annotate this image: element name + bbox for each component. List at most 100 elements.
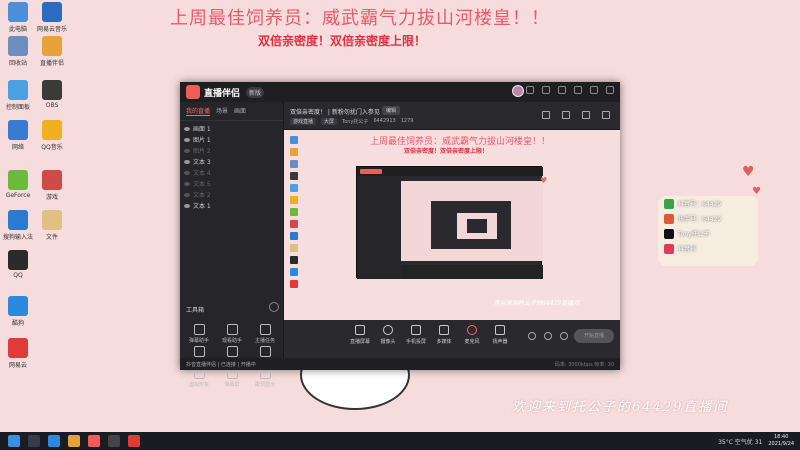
phone-cast-button[interactable]: 手机投屏: [402, 325, 430, 345]
live-companion-window: 直播伴侣 新版 我的直播 场景 画面 画面 1 图片 1 图片 2 文本 3 文本 4 文…: [180, 82, 620, 388]
settings-icon[interactable]: [526, 86, 534, 94]
social-icon: [664, 228, 674, 239]
scene-item[interactable]: 图片 1: [184, 134, 279, 145]
meta-screen[interactable]: 大屏: [321, 118, 338, 125]
tools-more-icon[interactable]: [269, 302, 279, 312]
titlebar: 直播伴侣 新版: [180, 82, 620, 102]
edge-icon[interactable]: [48, 435, 60, 447]
eye-icon[interactable]: [184, 170, 190, 175]
gear-icon[interactable]: [560, 332, 568, 340]
preview-heart-icon: ♥: [540, 176, 548, 185]
maximize-icon[interactable]: [590, 86, 598, 94]
settings-gear-icon[interactable]: [602, 111, 610, 119]
explorer-icon[interactable]: [68, 435, 80, 447]
desktop-icon[interactable]: 直播伴侣: [36, 36, 68, 67]
desktop-icon[interactable]: 酷狗: [2, 296, 34, 327]
search-icon[interactable]: [28, 435, 40, 447]
start-live-button[interactable]: 开始直播: [574, 329, 614, 343]
tab-my-live[interactable]: 我的直播: [186, 106, 211, 116]
eye-icon[interactable]: [184, 203, 190, 208]
scene-item[interactable]: 文本 4: [184, 167, 279, 178]
tool-button[interactable]: 虚拟形象: [184, 368, 214, 388]
desktop-icon-label: 游戏: [45, 194, 58, 201]
desktop-icon[interactable]: GeForce: [2, 170, 34, 199]
speaker-button[interactable]: 扬声器: [486, 325, 514, 345]
desktop-icon[interactable]: QQ音乐: [36, 120, 68, 151]
meta-category[interactable]: 游戏直播: [290, 118, 317, 125]
weather[interactable]: 35°C 空气优 31: [718, 437, 762, 446]
desktop-icon[interactable]: OBS: [36, 80, 68, 109]
social-icon: [664, 198, 674, 209]
tool-button[interactable]: 弹幕屏: [217, 368, 247, 388]
desktop-icon[interactable]: 网易云音乐: [36, 2, 68, 33]
scene-label: 文本 2: [193, 192, 211, 199]
app-icon: [8, 210, 28, 230]
scene-label: 文本 3: [193, 159, 211, 166]
start-icon[interactable]: [8, 435, 20, 447]
music-task-icon[interactable]: [128, 435, 140, 447]
more-icon[interactable]: [582, 111, 590, 119]
eye-icon[interactable]: [184, 159, 190, 164]
desktop-icon[interactable]: 控制面板: [2, 80, 34, 111]
tool-button[interactable]: 歌词显示: [250, 368, 280, 388]
desktop-icon[interactable]: 此电脑: [2, 2, 34, 33]
tool-button[interactable]: 弹幕助手: [184, 324, 214, 344]
gift-icon[interactable]: [542, 111, 550, 119]
avatar[interactable]: [512, 85, 524, 97]
preview-desktop-icons: [286, 136, 302, 292]
app-icon: [8, 338, 28, 358]
eye-icon[interactable]: [544, 332, 552, 340]
tab-scene[interactable]: 场景: [216, 106, 228, 116]
scene-item[interactable]: 文本 5: [184, 178, 279, 189]
tab-screen[interactable]: 画面: [234, 106, 246, 116]
scene-item[interactable]: 文本 2: [184, 189, 279, 200]
eye-icon[interactable]: [184, 137, 190, 142]
taskbar: 35°C 空气优 31 18:40 2021/9/24: [0, 432, 800, 450]
version-badge[interactable]: 新版: [246, 86, 265, 98]
live-companion-task-icon[interactable]: [88, 435, 100, 447]
scene-item[interactable]: 画面 1: [184, 123, 279, 134]
desktop-icon[interactable]: 文件: [36, 210, 68, 241]
heart-icon: ♥: [752, 186, 761, 197]
microphone-button[interactable]: 麦克风: [458, 325, 486, 345]
clock[interactable]: 18:40 2021/9/24: [768, 434, 794, 448]
desktop-icon[interactable]: QQ: [2, 250, 34, 279]
desktop-icon[interactable]: 网易云: [2, 338, 34, 369]
eye-icon[interactable]: [184, 148, 190, 153]
desktop-icon[interactable]: 回收站: [2, 36, 34, 67]
tool-icon: [259, 324, 271, 335]
scene-list: 画面 1 图片 1 图片 2 文本 3 文本 4 文本 5 文本 2 文本 1: [180, 121, 283, 213]
app-title: 直播伴侣: [204, 88, 241, 99]
message-icon[interactable]: [542, 86, 550, 94]
room-edit-button[interactable]: 编辑: [382, 106, 401, 115]
eye-icon[interactable]: [184, 126, 190, 131]
camera-button[interactable]: 摄像头: [374, 325, 402, 345]
desktop-icon[interactable]: 网络: [2, 120, 34, 151]
media-button[interactable]: 多媒体: [430, 325, 458, 345]
scene-label: 画面 1: [193, 126, 211, 133]
share-icon[interactable]: [562, 111, 570, 119]
tool-button[interactable]: 主播任务: [250, 324, 280, 344]
scene-item[interactable]: 图片 2: [184, 145, 279, 156]
app-icon: [42, 120, 62, 140]
scene-item[interactable]: 文本 1: [184, 200, 279, 211]
eye-icon[interactable]: [184, 181, 190, 186]
close-icon[interactable]: [606, 86, 614, 94]
eye-icon[interactable]: [184, 192, 190, 197]
scene-label: 文本 4: [193, 170, 211, 177]
desktop-icon[interactable]: 搜狗输入法: [2, 210, 34, 241]
desktop-icon-label: 文件: [45, 234, 58, 241]
record-icon[interactable]: [528, 332, 536, 340]
live-preview[interactable]: 上周最佳饲养员：威武霸气力拔山河楼皇！！ 双倍亲密度！双倍亲密度上限！ ♥ 欢迎…: [284, 130, 620, 320]
social-list: 抖音号：64429 快手号：64429 Tony托公子 抖音号: [658, 196, 758, 256]
desktop-icon[interactable]: 游戏: [36, 170, 68, 201]
screen-capture-button[interactable]: 直播屏幕: [346, 325, 374, 345]
scene-item[interactable]: 文本 3: [184, 156, 279, 167]
app-icon: [8, 36, 28, 56]
minimize-icon[interactable]: [574, 86, 582, 94]
tool-icon: [226, 346, 238, 357]
menu-icon[interactable]: [558, 86, 566, 94]
social-item: 抖音号: [658, 241, 758, 256]
tool-button[interactable]: 观看助手: [217, 324, 247, 344]
obs-task-icon[interactable]: [108, 435, 120, 447]
